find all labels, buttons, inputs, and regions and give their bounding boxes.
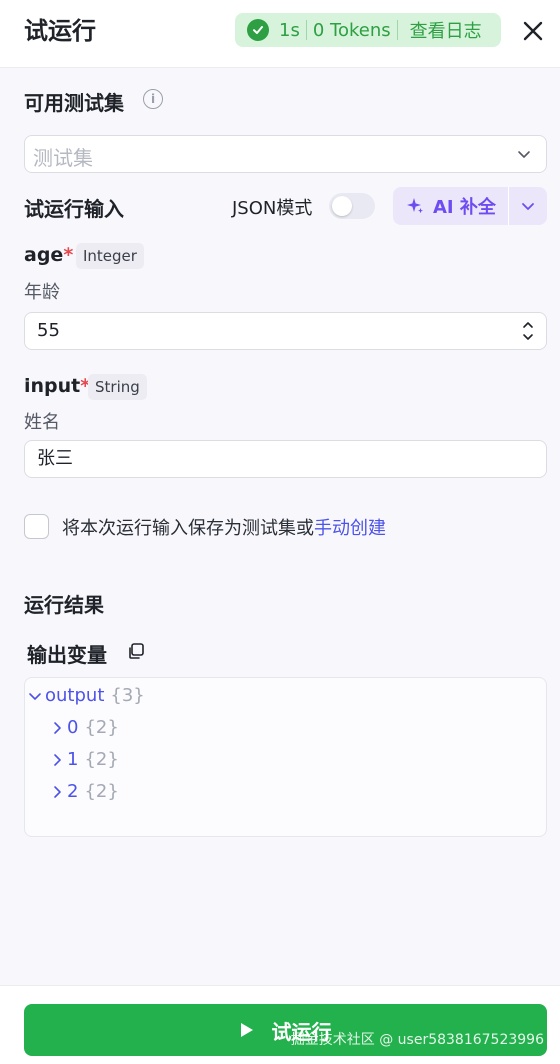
copy-icon[interactable] bbox=[127, 642, 145, 660]
tree-row-root[interactable]: output {3} bbox=[28, 685, 145, 706]
required-mark: * bbox=[63, 244, 74, 266]
json-mode-label: JSON模式 bbox=[232, 198, 313, 219]
age-value: 55 bbox=[37, 320, 60, 341]
tree-key: output bbox=[45, 685, 105, 706]
ai-complete-button-group: AI 补全 bbox=[393, 187, 547, 225]
save-testset-checkbox[interactable] bbox=[24, 514, 49, 539]
tree-key: 2 bbox=[67, 781, 79, 802]
status-divider bbox=[396, 20, 398, 40]
chevron-right-icon bbox=[54, 753, 61, 766]
testset-label: 可用测试集 bbox=[24, 91, 124, 115]
tree-count: {3} bbox=[110, 685, 145, 706]
ai-complete-label: AI 补全 bbox=[433, 197, 496, 218]
token-count: 0 Tokens bbox=[312, 19, 391, 41]
chevron-down-icon bbox=[516, 146, 532, 166]
sparkle-icon bbox=[407, 198, 423, 214]
json-mode-toggle[interactable] bbox=[329, 193, 375, 219]
ai-options-dropdown[interactable] bbox=[509, 187, 547, 225]
type-tag-integer: Integer bbox=[76, 243, 144, 269]
ai-complete-button[interactable]: AI 补全 bbox=[393, 187, 508, 225]
input-section-title: 试运行输入 bbox=[24, 197, 124, 221]
run-time: 1s bbox=[279, 19, 300, 41]
tree-row-item[interactable]: 0 {2} bbox=[50, 717, 119, 738]
toggle-knob bbox=[332, 196, 352, 216]
save-testset-label: 将本次运行输入保存为测试集或 bbox=[62, 518, 314, 539]
result-title: 运行结果 bbox=[24, 593, 104, 617]
info-icon[interactable]: i bbox=[143, 89, 163, 109]
chevron-right-icon bbox=[54, 785, 61, 798]
field-desc-input: 姓名 bbox=[24, 412, 60, 433]
tree-row-item[interactable]: 2 {2} bbox=[50, 781, 119, 802]
field-name-text: age bbox=[24, 244, 64, 266]
run-status-badge: 1s 0 Tokens 查看日志 bbox=[235, 13, 501, 47]
status-divider bbox=[305, 20, 307, 40]
play-icon bbox=[240, 1023, 253, 1037]
panel-title: 试运行 bbox=[24, 17, 96, 45]
manual-create-link[interactable]: 手动创建 bbox=[314, 518, 386, 539]
chevron-right-icon bbox=[54, 721, 61, 734]
close-icon[interactable] bbox=[518, 16, 548, 46]
type-tag-string: String bbox=[88, 374, 147, 400]
field-name-age: age* bbox=[24, 244, 73, 266]
tree-row-item[interactable]: 1 {2} bbox=[50, 749, 119, 770]
age-number-input[interactable]: 55 bbox=[24, 312, 547, 350]
field-desc-age: 年龄 bbox=[24, 282, 60, 303]
tree-key: 0 bbox=[67, 717, 79, 738]
name-value: 张三 bbox=[37, 448, 73, 469]
success-check-icon bbox=[247, 19, 269, 41]
tree-count: {2} bbox=[84, 749, 119, 770]
output-variable-title: 输出变量 bbox=[27, 643, 107, 667]
testset-select[interactable]: 测试集 bbox=[24, 135, 547, 173]
testset-placeholder: 测试集 bbox=[33, 146, 93, 170]
chevron-down-icon bbox=[522, 203, 534, 210]
tree-key: 1 bbox=[67, 749, 79, 770]
tree-count: {2} bbox=[84, 781, 119, 802]
panel-header: 试运行 1s 0 Tokens 查看日志 bbox=[0, 0, 560, 68]
chevron-down-icon bbox=[29, 692, 41, 700]
view-log-link[interactable]: 查看日志 bbox=[410, 17, 482, 43]
tree-count: {2} bbox=[84, 717, 119, 738]
watermark: 掘金技术社区 @ user5838167523996 bbox=[290, 1032, 544, 1048]
number-stepper-icon[interactable] bbox=[522, 318, 534, 344]
save-testset-text: 将本次运行输入保存为测试集或手动创建 bbox=[62, 514, 386, 540]
field-name-text: input bbox=[24, 375, 81, 397]
field-name-input: input* bbox=[24, 375, 90, 397]
name-text-input[interactable]: 张三 bbox=[24, 440, 547, 478]
